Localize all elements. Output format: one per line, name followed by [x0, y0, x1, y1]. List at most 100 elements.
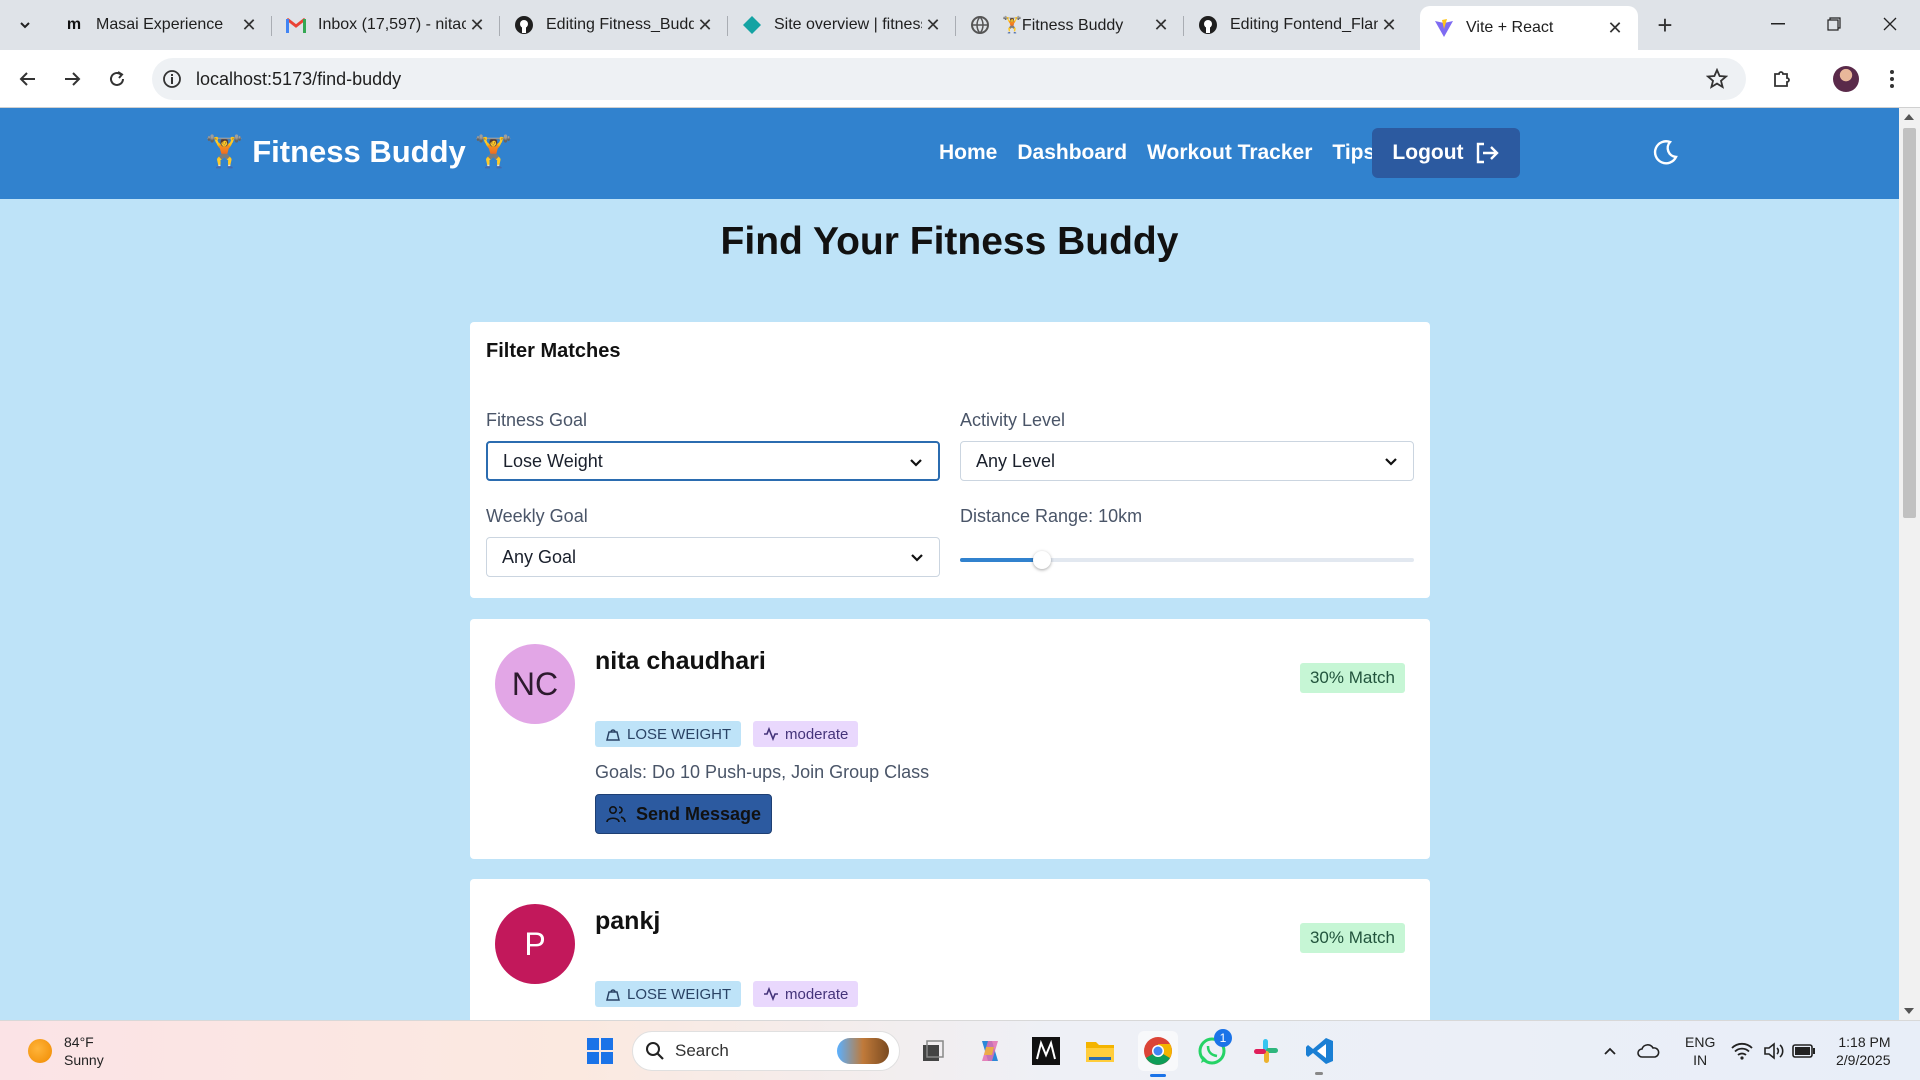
tray-overflow-button[interactable] — [1594, 1035, 1626, 1067]
slack-button[interactable] — [1250, 1035, 1282, 1067]
arrow-left-icon — [19, 72, 35, 86]
address-bar[interactable]: localhost:5173/find-buddy — [152, 58, 1746, 100]
fitness-goal-label: Fitness Goal — [486, 410, 588, 430]
close-icon[interactable]: ✕ — [922, 14, 944, 36]
filter-heading: Filter Matches — [486, 340, 621, 362]
copilot-button[interactable] — [974, 1035, 1006, 1067]
taskbar-search[interactable]: Search — [632, 1031, 900, 1071]
activity-level-label: Activity Level — [960, 410, 1066, 430]
scrollbar-thumb[interactable] — [1903, 128, 1916, 518]
start-button[interactable] — [584, 1035, 616, 1067]
close-icon[interactable]: ✕ — [1378, 14, 1400, 36]
close-icon[interactable]: ✕ — [466, 14, 488, 36]
filter-card: Filter Matches Fitness Goal Lose Weight … — [470, 322, 1430, 598]
activity-tag-label: moderate — [785, 725, 849, 743]
chrome-button[interactable] — [1138, 1031, 1178, 1077]
site-info-icon[interactable] — [162, 69, 182, 89]
nav-workout-tracker-link[interactable]: Workout Tracker — [1147, 141, 1312, 165]
network-button[interactable] — [1726, 1035, 1758, 1067]
close-icon[interactable]: ✕ — [1604, 17, 1626, 39]
search-label: Search — [675, 1041, 729, 1060]
weather-widget[interactable]: 84°F Sunny — [28, 1033, 104, 1069]
nav-tips-link[interactable]: Tips — [1332, 141, 1375, 165]
nav-home-link[interactable]: Home — [939, 141, 997, 165]
file-explorer-button[interactable] — [1084, 1035, 1116, 1067]
page-scrollbar[interactable] — [1899, 108, 1920, 1020]
battery-icon — [1792, 1044, 1815, 1058]
tab-netlify[interactable]: Site overview | fitness ✕ — [728, 6, 956, 44]
tab-fitness-buddy[interactable]: 🏋Fitness Buddy ✕ — [956, 6, 1184, 44]
tab-github-frontend[interactable]: Editing Fontend_Flan ✕ — [1184, 6, 1412, 44]
windows-taskbar: 84°F Sunny Search 1 ENG IN 1:18 PM 2/9/2… — [0, 1020, 1920, 1080]
close-icon[interactable]: ✕ — [694, 14, 716, 36]
tab-github-editing[interactable]: Editing Fitness_Buddy ✕ — [500, 6, 728, 44]
brand-logo[interactable]: 🏋 Fitness Buddy 🏋 — [205, 133, 513, 170]
battery-button[interactable] — [1788, 1035, 1820, 1067]
activity-icon — [764, 726, 778, 742]
moon-icon[interactable] — [1650, 138, 1680, 168]
clock[interactable]: 1:18 PM 2/9/2025 — [1836, 1033, 1891, 1069]
app-button[interactable] — [1030, 1035, 1062, 1067]
vscode-button[interactable] — [1304, 1035, 1336, 1075]
tab-title: Editing Fitness_Buddy — [546, 16, 694, 33]
nav-dashboard-link[interactable]: Dashboard — [1017, 141, 1127, 165]
goal-tag-label: LOSE WEIGHT — [627, 725, 732, 743]
netlify-icon — [742, 15, 762, 35]
weather-temp: 84°F — [64, 1034, 94, 1050]
match-badge: 30% Match — [1299, 923, 1405, 953]
scroll-up-arrow-icon[interactable] — [1904, 114, 1914, 120]
activity-level-select[interactable]: Any Level — [960, 441, 1414, 481]
weight-icon — [606, 729, 620, 741]
tab-gmail[interactable]: Inbox (17,597) - nitac ✕ — [272, 6, 500, 44]
arrow-right-icon — [65, 72, 81, 86]
activity-level-value: Any Level — [976, 450, 1056, 471]
distance-range-slider[interactable] — [960, 551, 1414, 569]
scroll-down-arrow-icon[interactable] — [1904, 1008, 1914, 1014]
buddy-card: NC nita chaudhari 30% Match LOSE WEIGHT … — [470, 619, 1430, 859]
vscode-icon — [1306, 1038, 1333, 1064]
reload-button[interactable] — [101, 63, 133, 95]
language-indicator[interactable]: ENG IN — [1685, 1033, 1715, 1069]
tab-vite-react[interactable]: Vite + React ✕ — [1420, 6, 1638, 50]
onedrive-button[interactable] — [1632, 1035, 1664, 1067]
close-icon[interactable]: ✕ — [1150, 14, 1172, 36]
close-window-button[interactable] — [1862, 0, 1918, 48]
logout-button[interactable]: Logout — [1372, 128, 1520, 178]
clock-time: 1:18 PM — [1838, 1034, 1891, 1050]
activity-icon — [764, 986, 778, 1002]
task-view-button[interactable] — [918, 1035, 950, 1067]
back-button[interactable] — [12, 63, 44, 95]
url-text[interactable]: localhost:5173/find-buddy — [196, 69, 401, 90]
cloud-icon — [1637, 1044, 1660, 1058]
tab-title: 🏋Fitness Buddy — [1002, 17, 1124, 34]
whatsapp-button[interactable]: 1 — [1196, 1029, 1232, 1067]
avatar: P — [495, 904, 575, 984]
buddy-name: nita chaudhari — [595, 647, 766, 675]
forward-button[interactable] — [56, 63, 88, 95]
restore-button[interactable] — [1806, 0, 1862, 48]
sun-icon — [28, 1039, 52, 1063]
globe-icon — [970, 15, 990, 35]
minimize-button[interactable] — [1750, 0, 1806, 48]
windows-icon — [587, 1038, 613, 1064]
tab-title: Site overview | fitness — [774, 16, 922, 33]
weekly-goal-select[interactable]: Any Goal — [486, 537, 940, 577]
send-message-button[interactable]: Send Message — [595, 794, 772, 834]
nav-links: Home Dashboard Workout Tracker Tips — [939, 141, 1375, 165]
tab-search-menu[interactable] — [10, 10, 40, 40]
avatar — [1833, 66, 1859, 92]
browser-menu-button[interactable] — [1876, 63, 1908, 95]
volume-button[interactable] — [1758, 1035, 1790, 1067]
close-icon[interactable]: ✕ — [238, 14, 260, 36]
more-vertical-icon — [1890, 70, 1894, 88]
profile-avatar[interactable] — [1830, 63, 1862, 95]
tab-masai[interactable]: m Masai Experience ✕ — [50, 6, 272, 44]
masai-icon: m — [66, 16, 82, 33]
extensions-button[interactable] — [1766, 63, 1798, 95]
activity-tag: moderate — [753, 721, 859, 747]
bookmark-star-icon[interactable] — [1706, 68, 1728, 90]
new-tab-button[interactable]: + — [1650, 10, 1680, 40]
tab-strip: m Masai Experience ✕ Inbox (17,597) - ni… — [0, 0, 1920, 50]
slider-handle[interactable] — [1032, 551, 1051, 569]
fitness-goal-select[interactable]: Lose Weight — [486, 441, 940, 481]
